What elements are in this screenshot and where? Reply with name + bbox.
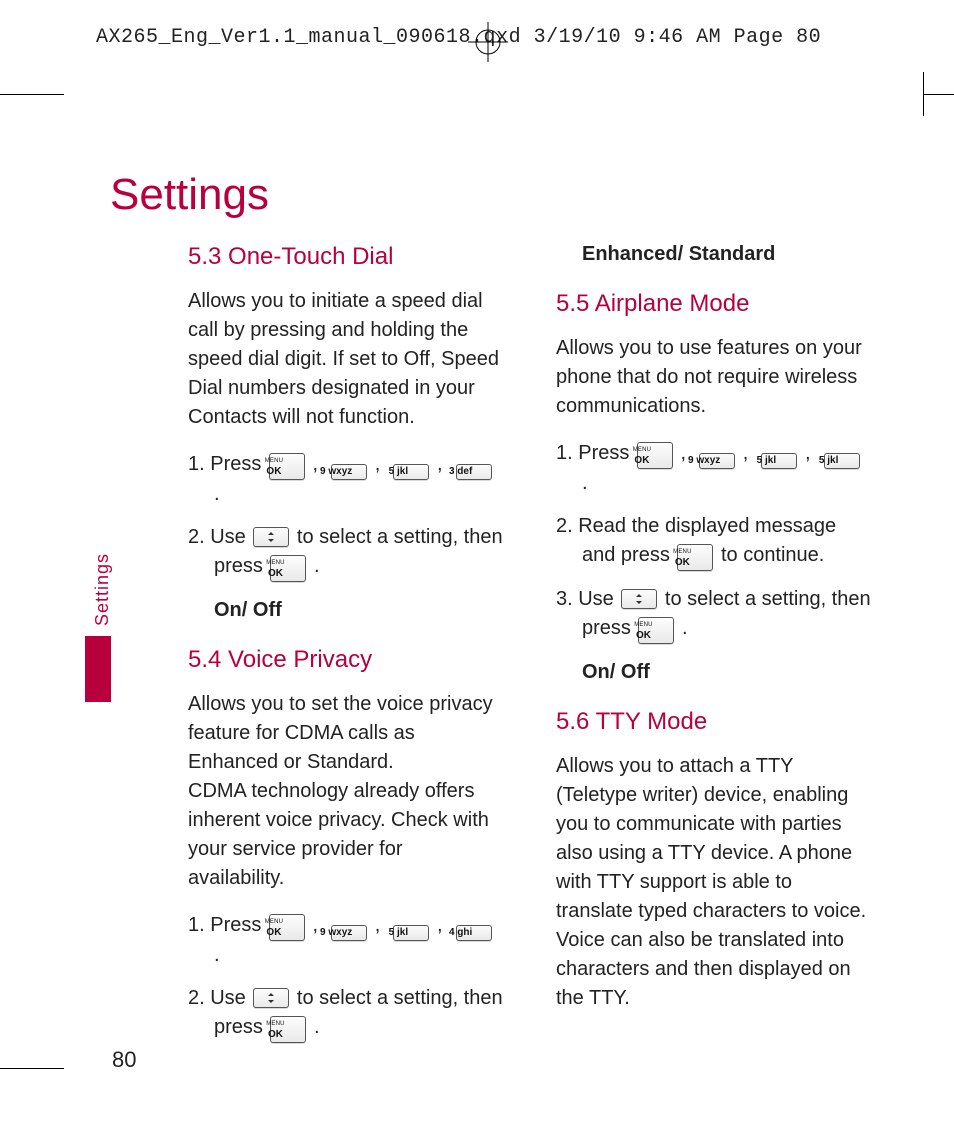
menu-ok-key-icon: MENUOK [269, 453, 305, 480]
options-text: Enhanced/ Standard [556, 240, 872, 269]
key-5-icon: 5 jkl [393, 925, 429, 941]
heading-tty-mode: 5.6 TTY Mode [556, 705, 872, 740]
step-text: 2. Use to select a setting, then press M… [188, 984, 504, 1043]
heading-airplane-mode: 5.5 Airplane Mode [556, 287, 872, 322]
menu-ok-key-icon: MENUOK [677, 544, 713, 571]
heading-one-touch-dial: 5.3 One-Touch Dial [188, 240, 504, 275]
body-text: Allows you to attach a TTY (Teletype wri… [556, 752, 872, 1013]
page-number: 80 [112, 1047, 136, 1073]
nav-key-icon [621, 589, 657, 609]
key-3-icon: 3 def [456, 464, 492, 480]
step-text: 3. Use to select a setting, then press M… [556, 585, 872, 644]
key-9-icon: 9 wxyz [331, 464, 367, 480]
crop-mark [924, 94, 954, 95]
step-text: 2. Read the displayed message and press … [556, 512, 872, 571]
step-text: 1. Press MENUOK , 9 wxyz , 5 jkl , 4 ghi… [188, 911, 504, 970]
crop-mark [0, 1068, 64, 1069]
step-text: 2. Use to select a setting, then press M… [188, 523, 504, 582]
menu-ok-key-icon: MENUOK [270, 1016, 306, 1043]
registration-mark-icon [468, 22, 508, 62]
key-9-icon: 9 wxyz [331, 925, 367, 941]
menu-ok-key-icon: MENUOK [269, 914, 305, 941]
options-text: On/ Off [556, 658, 872, 687]
section-tab-label: Settings [92, 553, 113, 626]
key-5-icon: 5 jkl [761, 453, 797, 469]
key-4-icon: 4 ghi [456, 925, 492, 941]
key-5-icon: 5 jkl [393, 464, 429, 480]
menu-ok-key-icon: MENUOK [637, 442, 673, 469]
menu-ok-key-icon: MENUOK [270, 555, 306, 582]
step-text: 1. Press MENUOK , 9 wxyz , 5 jkl , 5 jkl… [556, 439, 872, 498]
key-9-icon: 9 wxyz [699, 453, 735, 469]
heading-voice-privacy: 5.4 Voice Privacy [188, 643, 504, 678]
nav-key-icon [253, 988, 289, 1008]
body-text: Allows you to initiate a speed dial call… [188, 287, 504, 432]
key-5-icon: 5 jkl [824, 453, 860, 469]
crop-mark [0, 94, 64, 95]
body-text: Allows you to set the voice privacy feat… [188, 690, 504, 893]
page-title: Settings [110, 170, 269, 220]
left-column: 5.3 One-Touch Dial Allows you to initiat… [188, 240, 504, 1043]
step-text: 1. Press MENUOK , 9 wxyz , 5 jkl , 3 def… [188, 450, 504, 509]
right-column: Enhanced/ Standard 5.5 Airplane Mode All… [556, 240, 872, 1043]
options-text: On/ Off [188, 596, 504, 625]
body-text: Allows you to use features on your phone… [556, 334, 872, 421]
print-slug: AX265_Eng_Ver1.1_manual_090618.qxd 3/19/… [96, 26, 821, 49]
menu-ok-key-icon: MENUOK [638, 617, 674, 644]
section-tab-bar [85, 636, 111, 702]
crop-mark [923, 72, 924, 116]
nav-key-icon [253, 527, 289, 547]
